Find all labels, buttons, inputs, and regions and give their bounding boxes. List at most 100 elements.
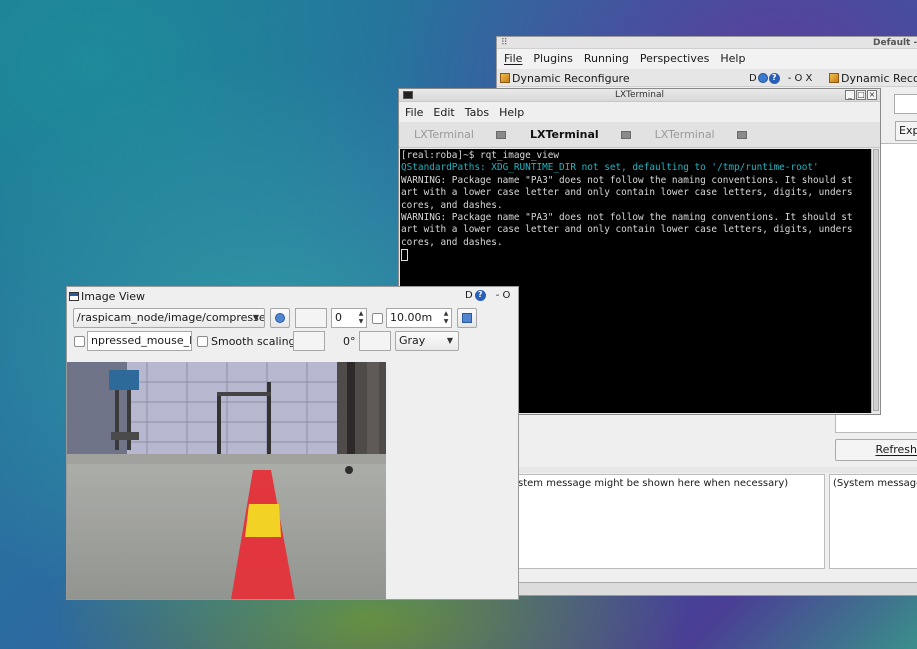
terminal-scrollbar[interactable] [871, 149, 880, 413]
image-view-header[interactable]: Image View D ? - O [67, 287, 518, 307]
dock-title-2: Dynamic Reconf [841, 71, 917, 85]
image-view-title: Image View [81, 290, 146, 303]
save-image-button[interactable] [457, 308, 477, 328]
chevron-down-icon: ▼ [252, 313, 259, 322]
terminal-window-controls: _ □ × [845, 90, 877, 100]
save-icon [462, 313, 472, 323]
terminal-line: art with a lower case letter and only co… [401, 187, 853, 199]
dock-title: Dynamic Reconfigure [512, 71, 630, 85]
image-view-toolbar-2: npressed_mouse_left Smooth scaling 0° Gr… [67, 331, 518, 353]
dock-dynamic-reconfigure-2[interactable]: Dynamic Reconf [829, 69, 917, 87]
menu-running[interactable]: Running [584, 49, 629, 69]
max-value-spinbox[interactable]: 10.00m ▲ ▼ [386, 308, 452, 328]
maximize-icon[interactable]: □ [856, 90, 866, 100]
terminal-tabs: LXTerminal LXTerminal LXTerminal [399, 122, 880, 148]
dock-dynamic-reconfigure[interactable]: Dynamic Reconfigure [500, 69, 630, 87]
tab-label: LXTerminal [414, 128, 474, 141]
terminal-tab-3[interactable]: LXTerminal [655, 128, 747, 141]
reload-icon[interactable] [757, 73, 768, 83]
menu-help[interactable]: Help [720, 49, 745, 69]
spin-arrows-icon[interactable]: ▲ ▼ [357, 310, 365, 326]
topic-select-value: /raspicam_node/image/compressed [77, 311, 265, 324]
mouse-topic-value: npressed_mouse_left [91, 334, 192, 347]
terminal-line: art with a lower case letter and only co… [401, 224, 853, 236]
rqt-titlebar[interactable]: ⠿ Default - [497, 37, 917, 49]
max-value: 10.00m [390, 311, 433, 324]
wrench-icon [500, 73, 510, 83]
color-scheme-select[interactable]: Gray ▼ [395, 331, 459, 351]
dynamic-range-checkbox[interactable] [372, 313, 383, 324]
spin-arrows-icon[interactable]: ▲ ▼ [442, 310, 450, 326]
status-strip [497, 582, 917, 595]
system-message-left: stem message might be shown here when ne… [517, 474, 825, 569]
terminal-line: cores, and dashes. [401, 236, 503, 248]
filter-input[interactable] [894, 94, 917, 114]
chevron-down-icon: ▼ [446, 336, 453, 345]
tab-close-icon[interactable] [620, 130, 631, 139]
expand-all-button[interactable]: Expa [895, 121, 917, 141]
terminal-line: QStandardPaths: XDG_RUNTIME_DIR not set,… [401, 162, 819, 174]
help-icon[interactable]: ? [768, 72, 780, 84]
dock-window-controls[interactable]: - O X [788, 73, 813, 84]
image-view-window-controls[interactable]: - O [496, 290, 511, 301]
terminal-menu-tabs[interactable]: Tabs [465, 106, 489, 119]
tab-close-icon[interactable] [495, 130, 506, 139]
image-view-toolbar-1: /raspicam_node/image/compressed ▼ 0 ▲ ▼ 1… [67, 308, 518, 330]
terminal-line: [real:roba]~$ rqt_image_view [401, 150, 560, 161]
smooth-scaling-label: Smooth scaling [211, 335, 296, 348]
image-view-title-group: Image View [69, 290, 145, 303]
refresh-button[interactable]: Refresh [835, 439, 917, 461]
dock-d-button[interactable]: D [749, 73, 757, 84]
close-icon[interactable]: × [867, 90, 877, 100]
topic-select[interactable]: /raspicam_node/image/compressed ▼ [73, 308, 265, 328]
tab-label: LXTerminal [654, 128, 715, 141]
dock-controls: D ? - O X [749, 69, 812, 87]
terminal-menu-help[interactable]: Help [499, 106, 524, 119]
menu-plugins[interactable]: Plugins [533, 49, 572, 69]
splitter-handle[interactable] [497, 467, 917, 473]
system-message-right: (System message [829, 474, 917, 569]
min-value: 0 [335, 311, 342, 324]
camera-image[interactable] [67, 362, 386, 599]
wrench-icon [829, 73, 839, 83]
image-view-window: Image View D ? - O /raspicam_node/image/… [66, 286, 519, 600]
terminal-menubar: File Edit Tabs Help [399, 102, 880, 122]
rotate-left-button[interactable] [293, 331, 325, 351]
minimize-icon[interactable]: _ [845, 90, 855, 100]
rqt-menubar: File Plugins Running Perspectives Help [497, 49, 917, 69]
mouse-publish-checkbox[interactable] [74, 336, 85, 347]
blank-field[interactable] [295, 308, 327, 328]
color-scheme-value: Gray [399, 334, 426, 347]
terminal-tab-2[interactable]: LXTerminal [530, 128, 631, 141]
rotate-right-button[interactable] [359, 331, 391, 351]
grip-icon: ⠿ [501, 38, 508, 48]
refresh-icon [275, 313, 285, 323]
tab-close-icon[interactable] [736, 130, 747, 139]
smooth-scaling-checkbox[interactable] [197, 336, 208, 347]
rotation-value: 0° [343, 335, 356, 348]
help-icon[interactable]: ? [474, 290, 486, 301]
image-view-d-button[interactable]: D [465, 290, 473, 301]
dock-titlebar: Dynamic Reconfigure D ? - O X Dynamic Re… [497, 69, 917, 87]
min-value-spinbox[interactable]: 0 ▲ ▼ [331, 308, 367, 328]
window-icon [69, 292, 79, 301]
terminal-cursor [401, 249, 408, 262]
refresh-topics-button[interactable] [270, 308, 290, 328]
refresh-label: Refresh [875, 443, 917, 456]
terminal-menu-file[interactable]: File [405, 106, 423, 119]
terminal-titlebar[interactable]: LXTerminal _ □ × [399, 89, 880, 102]
terminal-line: WARNING: Package name "PA3" does not fol… [401, 212, 853, 224]
terminal-menu-edit[interactable]: Edit [433, 106, 454, 119]
image-view-controls: D ? - O [465, 290, 510, 301]
terminal-tab-1[interactable]: LXTerminal [414, 128, 506, 141]
mouse-topic-field[interactable]: npressed_mouse_left [87, 331, 192, 351]
rqt-window-title: Default - [873, 38, 917, 48]
tab-label: LXTerminal [529, 128, 599, 141]
menu-file[interactable]: File [504, 49, 522, 69]
terminal-cursor-line [401, 249, 871, 262]
scrollbar-thumb[interactable] [873, 149, 879, 411]
camera-image-graphic [67, 362, 386, 599]
terminal-line: WARNING: Package name "PA3" does not fol… [401, 174, 853, 186]
menu-perspectives[interactable]: Perspectives [640, 49, 709, 69]
terminal-line: cores, and dashes. [401, 199, 503, 211]
